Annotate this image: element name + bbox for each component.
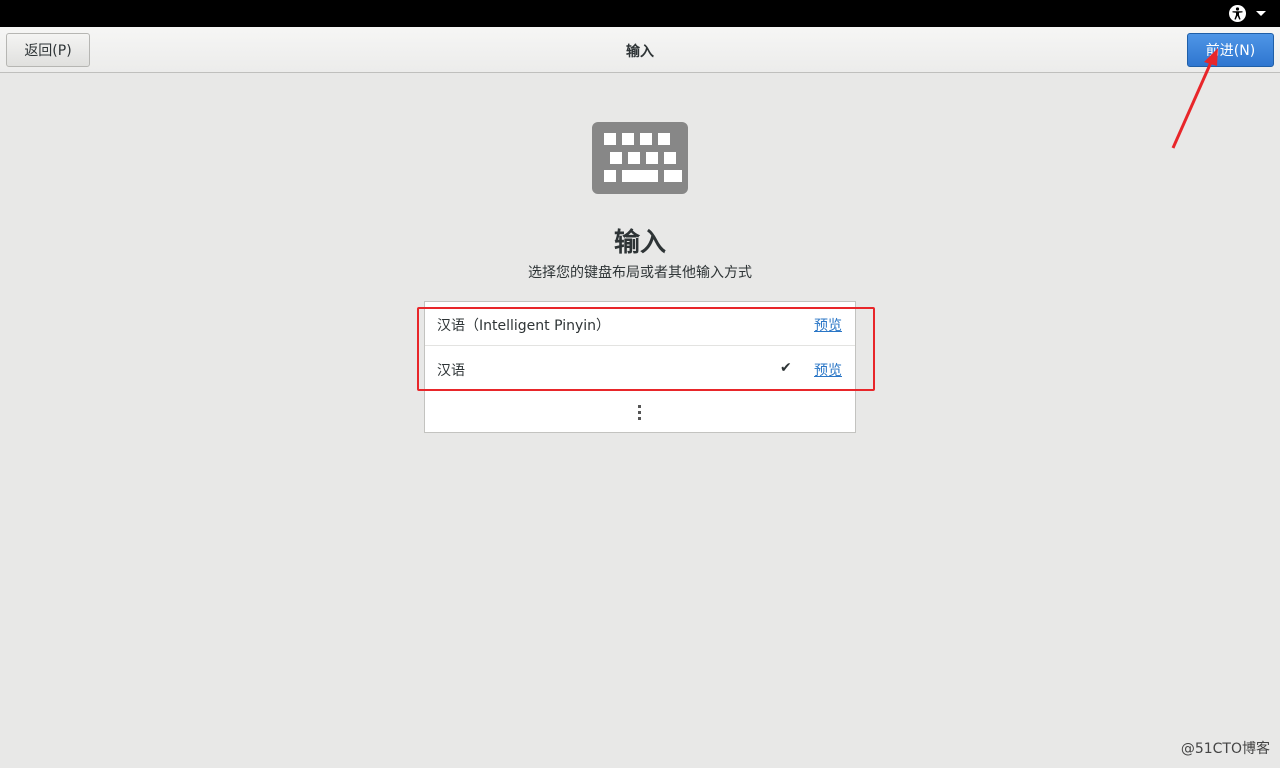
next-button[interactable]: 前进(N) xyxy=(1187,33,1274,67)
accessibility-icon[interactable] xyxy=(1229,5,1246,22)
input-source-row[interactable]: 汉语（Intelligent Pinyin） 预览 xyxy=(425,302,855,346)
preview-link[interactable]: 预览 xyxy=(814,315,842,335)
chevron-down-icon[interactable] xyxy=(1256,11,1266,16)
page-subtitle: 选择您的键盘布局或者其他输入方式 xyxy=(528,265,752,281)
input-source-row[interactable]: 汉语 ✔ 预览 xyxy=(425,347,855,391)
input-source-list: 汉语（Intelligent Pinyin） 预览 汉语 ✔ 预览 xyxy=(424,301,856,433)
header-title: 输入 xyxy=(626,44,654,60)
checkmark-icon: ✔ xyxy=(780,360,792,376)
more-button[interactable] xyxy=(425,392,855,432)
page-title: 输入 xyxy=(613,228,666,258)
preview-link[interactable]: 预览 xyxy=(814,360,842,380)
top-bar xyxy=(0,0,1280,27)
watermark: @51CTO博客 xyxy=(1180,741,1270,757)
more-vertical-icon xyxy=(638,405,642,420)
input-source-label: 汉语（Intelligent Pinyin） xyxy=(437,318,611,334)
keyboard-icon xyxy=(592,122,688,194)
header-bar: 返回(P) 输入 前进(N) xyxy=(0,27,1280,73)
input-source-label: 汉语 xyxy=(437,363,465,379)
